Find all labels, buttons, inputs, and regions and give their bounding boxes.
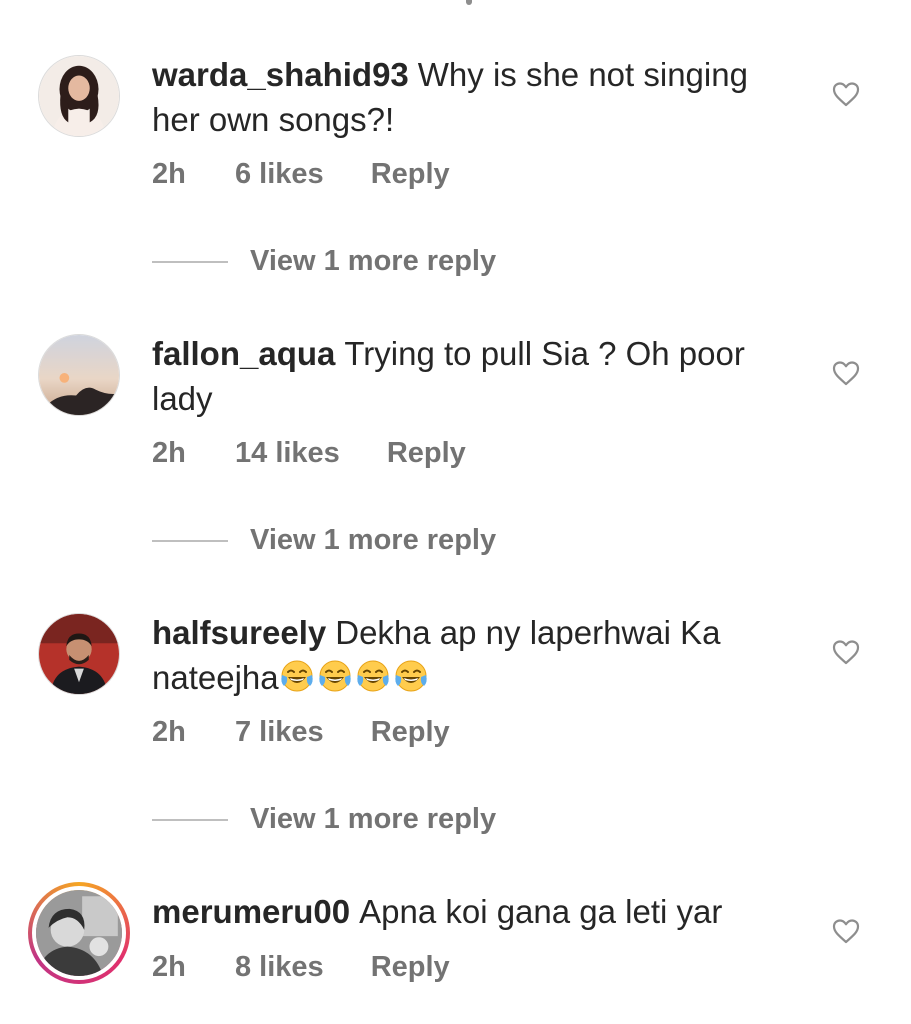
avatar-image <box>32 886 126 980</box>
comment-likes[interactable]: 8 likes <box>235 951 324 984</box>
divider-line <box>152 818 228 821</box>
comment-username[interactable]: fallon_aqua <box>152 335 335 372</box>
comment-likes[interactable]: 7 likes <box>235 716 324 749</box>
comment-text: merumeru00 Apna koi gana ga leti yar <box>152 889 792 934</box>
avatar[interactable] <box>38 613 120 695</box>
comment-username[interactable]: merumeru00 <box>152 893 350 930</box>
heart-icon[interactable] <box>832 918 860 944</box>
heart-icon[interactable] <box>832 81 860 107</box>
comment-text: halfsureely Dekha ap ny laperhwai Ka nate… <box>152 610 792 700</box>
comment-likes[interactable]: 14 likes <box>235 437 340 470</box>
comment-username[interactable]: warda_shahid93 <box>152 56 409 93</box>
comment-meta: 2h 7 likes Reply <box>152 716 450 749</box>
heart-icon[interactable] <box>832 639 860 665</box>
view-more-replies[interactable]: View 1 more reply <box>152 524 496 557</box>
comment-time: 2h <box>152 716 186 748</box>
comment-text: warda_shahid93 Why is she not singing her… <box>152 52 792 142</box>
view-more-replies[interactable]: View 1 more reply <box>152 245 496 278</box>
reply-button[interactable]: Reply <box>371 951 450 984</box>
avatar[interactable] <box>38 334 120 416</box>
scroll-edge-indicator <box>466 0 472 5</box>
comment-meta: 2h 6 likes Reply <box>152 158 450 191</box>
avatar[interactable] <box>28 882 130 984</box>
face-with-tears-of-joy-icon <box>317 658 353 694</box>
reply-button[interactable]: Reply <box>387 437 466 470</box>
view-more-replies-label: View 1 more reply <box>250 245 497 277</box>
heart-icon[interactable] <box>832 360 860 386</box>
comment-meta: 2h 8 likes Reply <box>152 951 450 984</box>
comment-likes[interactable]: 6 likes <box>235 158 324 191</box>
divider-line <box>152 260 228 263</box>
comment-time: 2h <box>152 158 186 190</box>
comment-meta: 2h 14 likes Reply <box>152 437 466 470</box>
view-more-replies[interactable]: View 1 more reply <box>152 803 496 836</box>
view-more-replies-label: View 1 more reply <box>250 803 497 835</box>
emoji-group <box>279 659 431 696</box>
divider-line <box>152 539 228 542</box>
face-with-tears-of-joy-icon <box>279 658 315 694</box>
comment-time: 2h <box>152 437 186 469</box>
comment-username[interactable]: halfsureely <box>152 614 326 651</box>
reply-button[interactable]: Reply <box>371 158 450 191</box>
comment-text: fallon_aqua Trying to pull Sia ? Oh poor … <box>152 331 792 421</box>
view-more-replies-label: View 1 more reply <box>250 524 497 556</box>
comment-time: 2h <box>152 951 186 983</box>
avatar[interactable] <box>38 55 120 137</box>
face-with-tears-of-joy-icon <box>393 658 429 694</box>
comment-body: Apna koi gana ga leti yar <box>359 893 723 930</box>
reply-button[interactable]: Reply <box>371 716 450 749</box>
face-with-tears-of-joy-icon <box>355 658 391 694</box>
